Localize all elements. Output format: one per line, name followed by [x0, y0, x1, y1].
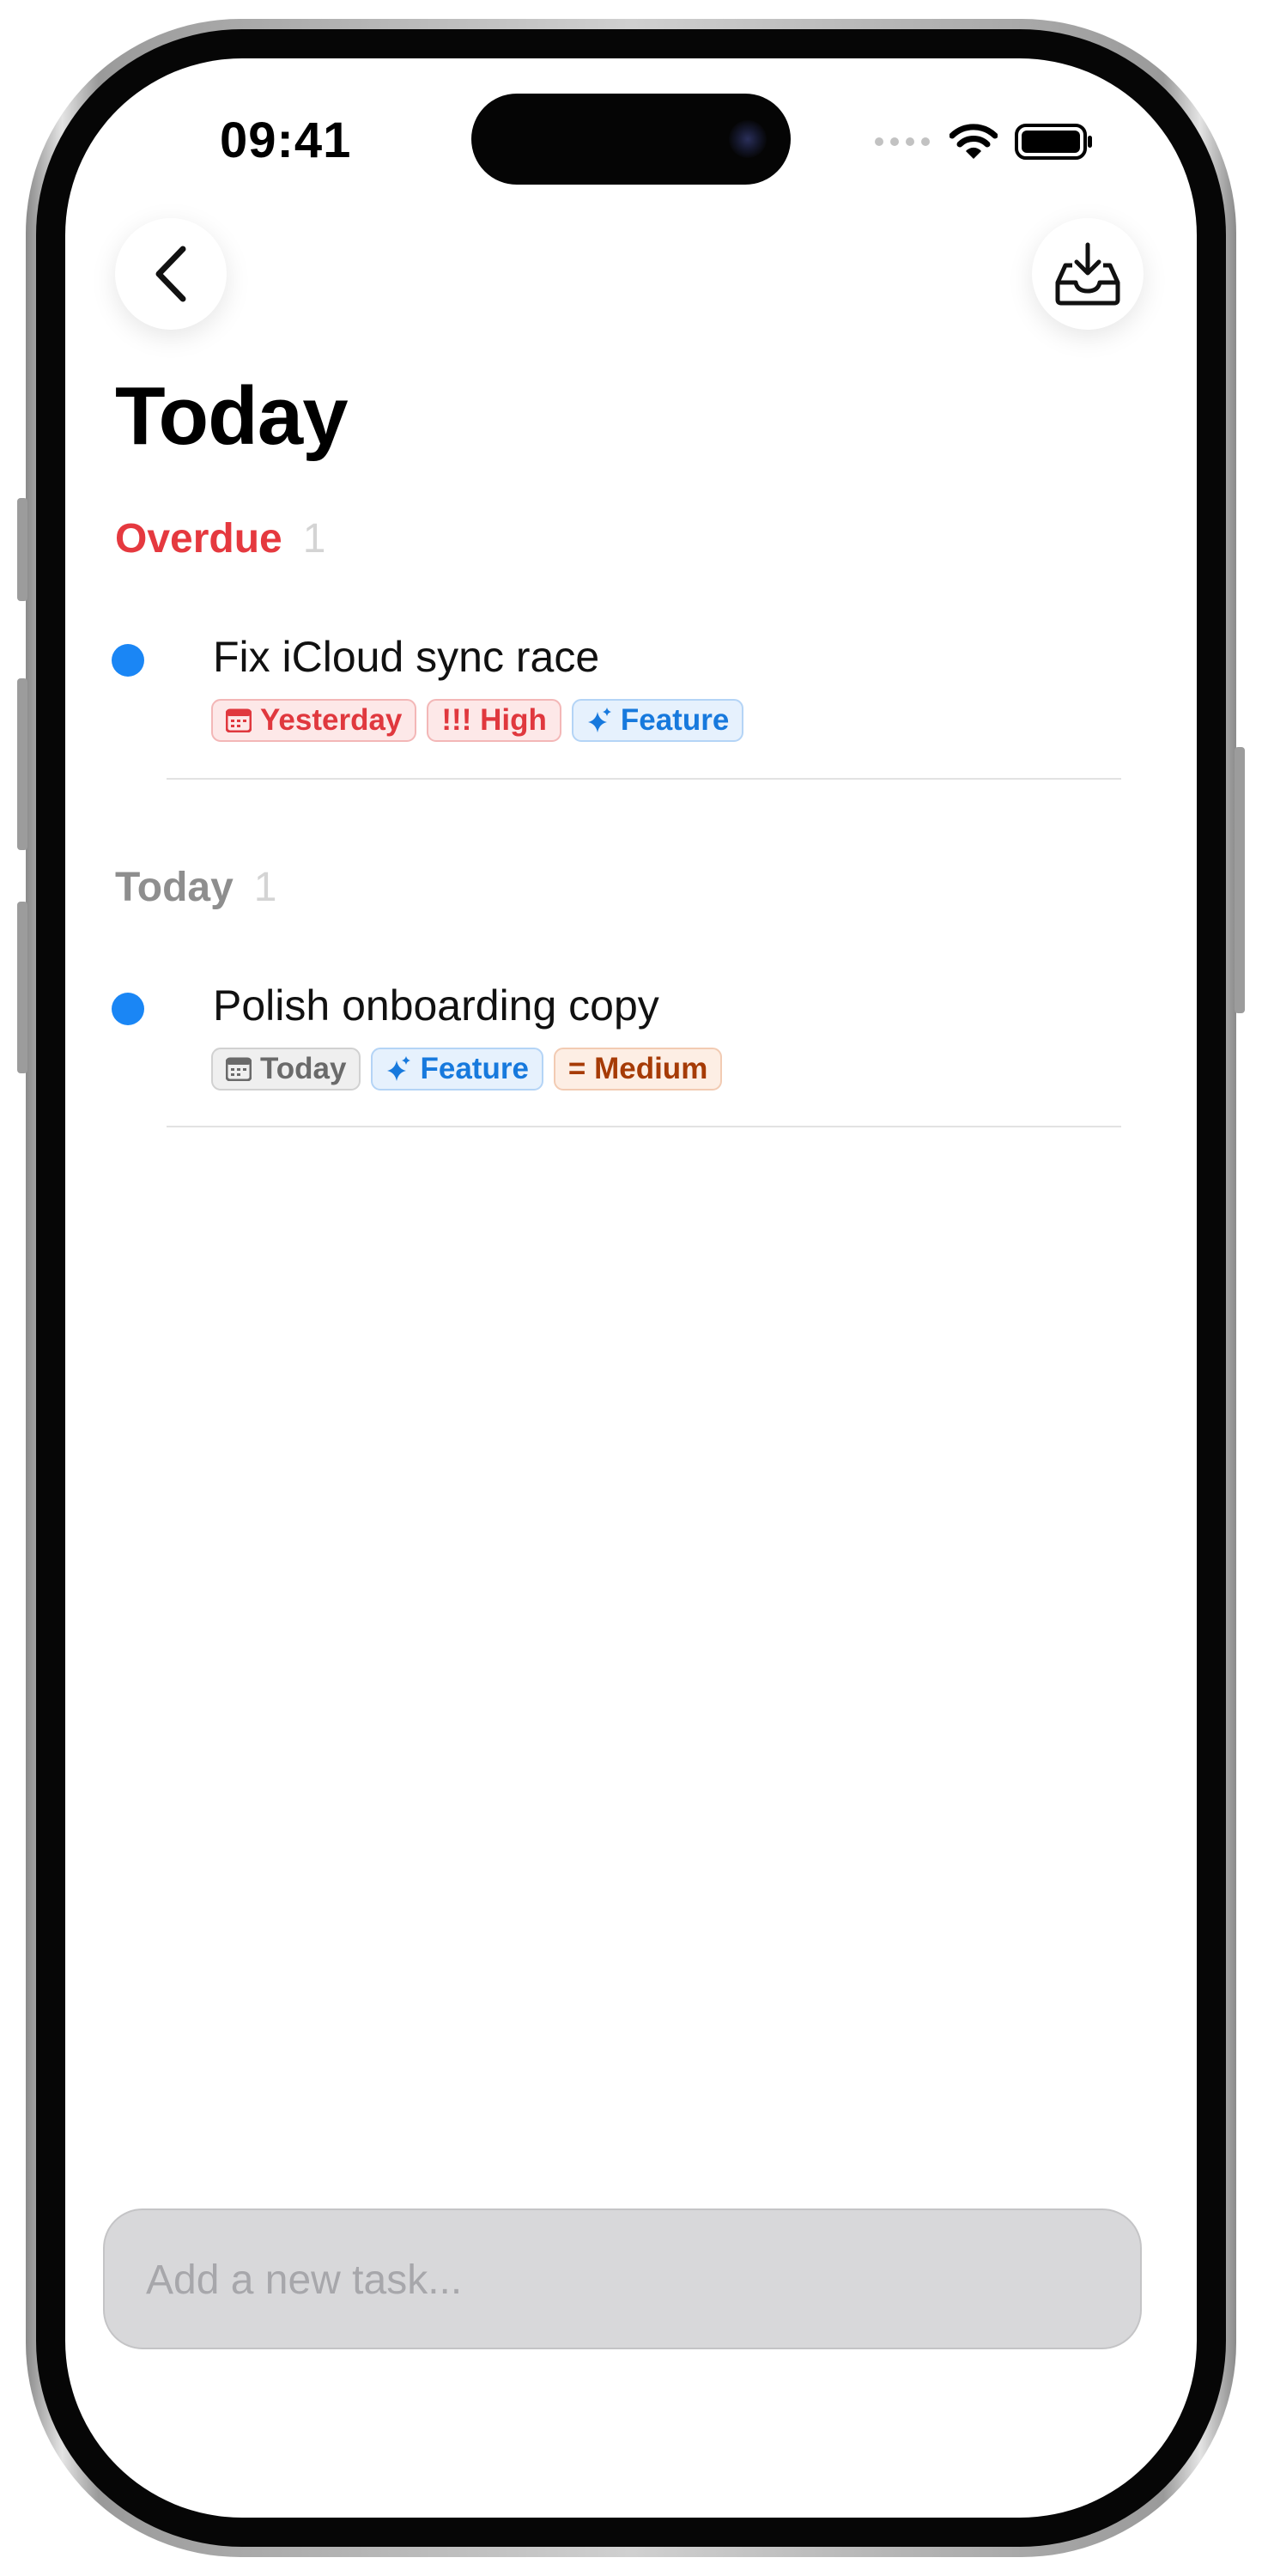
back-button[interactable]: [115, 218, 227, 330]
tag-chip[interactable]: Feature: [571, 699, 744, 742]
chevron-left-icon: [155, 246, 186, 302]
sparkle-icon: [587, 708, 611, 732]
task-chips: Yesterday !!! High Feature: [211, 699, 744, 742]
section-header-today: Today 1: [115, 864, 277, 911]
chip-label: Feature: [620, 703, 730, 737]
due-date-chip[interactable]: Today: [211, 1048, 361, 1091]
task-status-dot[interactable]: [112, 993, 144, 1025]
row-divider: [167, 778, 1121, 780]
chip-label: Yesterday: [260, 703, 403, 737]
due-date-chip[interactable]: Yesterday: [211, 699, 417, 742]
priority-chip[interactable]: = Medium: [553, 1048, 723, 1091]
screen: 09:41 Today Overdue 1 Fix iCloud sync ra…: [65, 58, 1197, 2518]
new-task-field[interactable]: [103, 2208, 1142, 2349]
section-count: 1: [253, 865, 277, 910]
sparkle-icon: [387, 1056, 411, 1081]
volume-down-button: [17, 902, 27, 1073]
front-camera: [729, 120, 767, 158]
task-row[interactable]: Polish onboarding copy Today Feature = M…: [112, 981, 1159, 1091]
status-icons: [874, 120, 1094, 163]
section-title: Today: [115, 865, 234, 910]
chip-label: Today: [260, 1052, 347, 1085]
section-title: Overdue: [115, 516, 282, 562]
calendar-icon: [226, 708, 252, 732]
tag-chip[interactable]: Feature: [371, 1048, 543, 1091]
action-button: [17, 498, 27, 601]
tray-download-icon: [1055, 242, 1120, 306]
battery-icon: [1015, 124, 1092, 160]
chip-label: = Medium: [567, 1052, 708, 1085]
task-title: Polish onboarding copy: [213, 981, 659, 1030]
calendar-icon: [226, 1057, 252, 1081]
task-chips: Today Feature = Medium: [211, 1048, 723, 1091]
chip-label: Feature: [420, 1052, 529, 1085]
task-title: Fix iCloud sync race: [213, 633, 600, 681]
dynamic-island: [471, 94, 791, 185]
power-button: [1235, 747, 1245, 1013]
task-status-dot[interactable]: [112, 644, 144, 677]
task-row[interactable]: Fix iCloud sync race Yesterday !!! High: [112, 632, 1159, 742]
row-divider: [167, 1126, 1121, 1127]
status-time: 09:41: [220, 112, 352, 168]
wifi-icon: [950, 124, 998, 159]
priority-chip[interactable]: !!! High: [427, 699, 561, 742]
page-title: Today: [115, 370, 349, 462]
section-count: 1: [302, 516, 326, 562]
new-task-input[interactable]: [144, 2210, 1092, 2349]
chip-label: !!! High: [441, 703, 547, 737]
section-header-overdue: Overdue 1: [115, 515, 325, 562]
volume-up-button: [17, 678, 27, 850]
inbox-button[interactable]: [1032, 218, 1144, 330]
signal-dots-icon: [875, 137, 930, 146]
